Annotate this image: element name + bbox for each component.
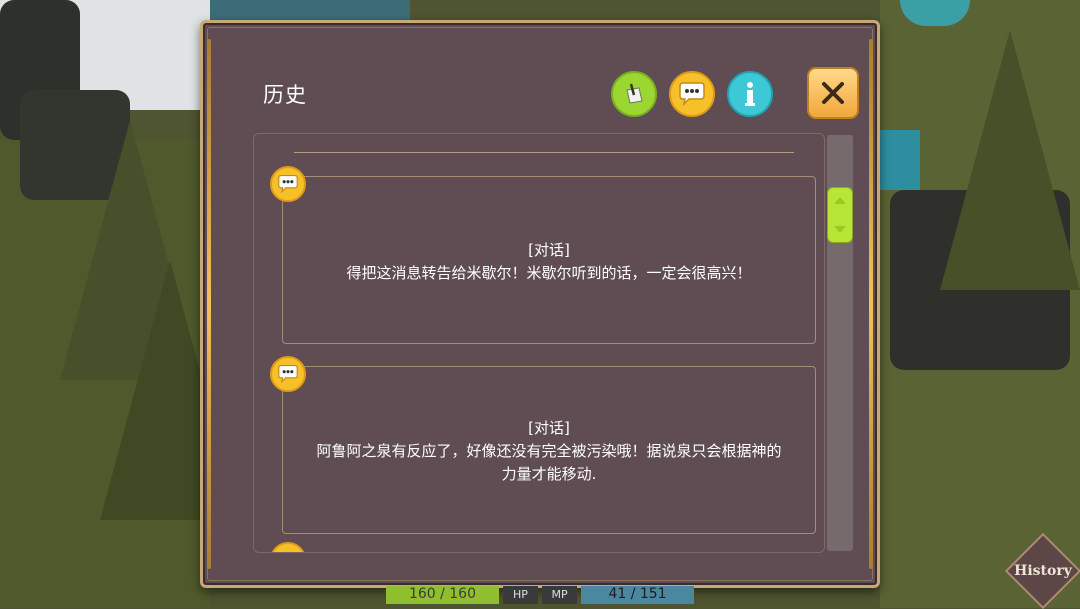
history-entry: [对话] 阿鲁阿之泉有反应了，好像还没有完全被污染哦！据说泉只会根据神的 力量才… [282, 366, 816, 534]
entry-text-line: 得把这消息转告给米歇尔！米歇尔听到的话，一定会很高兴！ [346, 264, 752, 282]
tile-top [210, 0, 410, 22]
entry-icon [270, 166, 306, 202]
water-right [880, 130, 920, 190]
close-button[interactable] [807, 67, 859, 119]
hp-label: HP [502, 586, 538, 604]
close-icon [822, 82, 844, 104]
status-hud: 160 / 160 HP MP 41 / 151 [386, 586, 694, 604]
speech-bubble-icon [278, 364, 298, 384]
panel-title: 历史 [263, 83, 307, 107]
entry-text-line: 力量才能移动. [501, 465, 597, 483]
speech-bubble-icon [278, 174, 298, 194]
entry-icon [270, 356, 306, 392]
entry-type-label: [对话] [528, 241, 570, 259]
entry-type-label: [对话] [528, 419, 570, 437]
entry-icon-partial [270, 542, 306, 552]
info-filter-button[interactable] [727, 71, 773, 117]
scroll-arrows-icon [834, 197, 846, 233]
chat-filter-icon [679, 82, 705, 107]
note-filter-button[interactable] [611, 71, 657, 117]
history-button-label: History [1014, 563, 1072, 579]
chat-filter-button[interactable] [669, 71, 715, 117]
mp-value: 41 / 151 [581, 586, 694, 604]
entry-text-line: 阿鲁阿之泉有反应了，好像还没有完全被污染哦！据说泉只会根据神的 [316, 442, 782, 460]
scrollbar-track[interactable] [827, 135, 853, 551]
history-panel: 历史 [对话] 得把这消息转告给米歇尔！米歇尔听到的话，一定会很高兴！ [对话]… [200, 20, 880, 588]
panel-edge-right [869, 39, 873, 569]
history-button[interactable]: History [1004, 532, 1080, 609]
top-ornament [294, 152, 794, 153]
scrollbar-thumb[interactable] [827, 187, 853, 243]
tree-right [940, 30, 1080, 290]
note-filter-icon [626, 83, 643, 104]
mp-label: MP [542, 586, 578, 604]
hp-value: 160 / 160 [386, 586, 499, 604]
info-filter-icon [745, 82, 755, 106]
history-entry: [对话] 得把这消息转告给米歇尔！米歇尔听到的话，一定会很高兴！ [282, 176, 816, 344]
history-list[interactable]: [对话] 得把这消息转告给米歇尔！米歇尔听到的话，一定会很高兴！ [对话] 阿鲁… [253, 133, 825, 553]
panel-edge-left [207, 39, 211, 569]
